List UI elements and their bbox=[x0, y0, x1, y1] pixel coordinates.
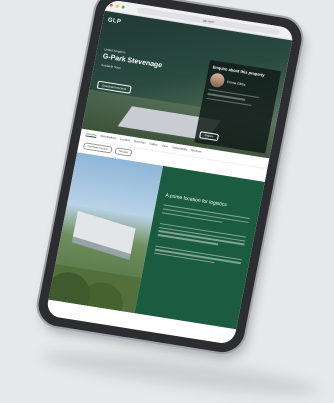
tab-gallery[interactable]: Gallery bbox=[149, 142, 158, 147]
chip-site-plan[interactable]: Site plan bbox=[114, 147, 133, 157]
glp-logo[interactable]: GLP bbox=[107, 17, 121, 25]
tab-sustainability[interactable]: Sustainability bbox=[172, 146, 188, 152]
device-shadow bbox=[39, 343, 321, 403]
contact-name: Emma Gibbs bbox=[226, 79, 246, 87]
tab-brochure[interactable]: Brochure bbox=[191, 149, 202, 155]
page-subtitle: Available Soon bbox=[100, 62, 122, 71]
tab-overview[interactable]: Overview bbox=[85, 132, 97, 139]
avatar bbox=[209, 72, 226, 89]
feature-heading: A prime location for logistics bbox=[164, 192, 228, 209]
enquire-button[interactable]: Enquire bbox=[198, 131, 220, 142]
tree-line bbox=[48, 264, 142, 314]
close-window-icon[interactable] bbox=[109, 3, 114, 7]
feature-section: A prime location for logistics bbox=[48, 152, 265, 330]
tab-floor-plan[interactable]: Floor Plan bbox=[133, 140, 146, 146]
main-nav bbox=[274, 47, 286, 49]
minimize-window-icon[interactable] bbox=[115, 4, 119, 8]
warehouse-building bbox=[72, 210, 136, 255]
maximize-window-icon[interactable] bbox=[121, 5, 125, 9]
tab-specifications[interactable]: Specifications bbox=[100, 135, 116, 141]
chip-download-brochure[interactable]: Download brochure bbox=[82, 142, 113, 154]
tablet-screen: glp.com GLP United Kingdom G-Park Steven… bbox=[45, 0, 295, 345]
tab-location[interactable]: Location bbox=[120, 138, 130, 143]
tablet-device: glp.com GLP United Kingdom G-Park Steven… bbox=[34, 0, 306, 356]
tab-video[interactable]: Video bbox=[161, 144, 168, 149]
